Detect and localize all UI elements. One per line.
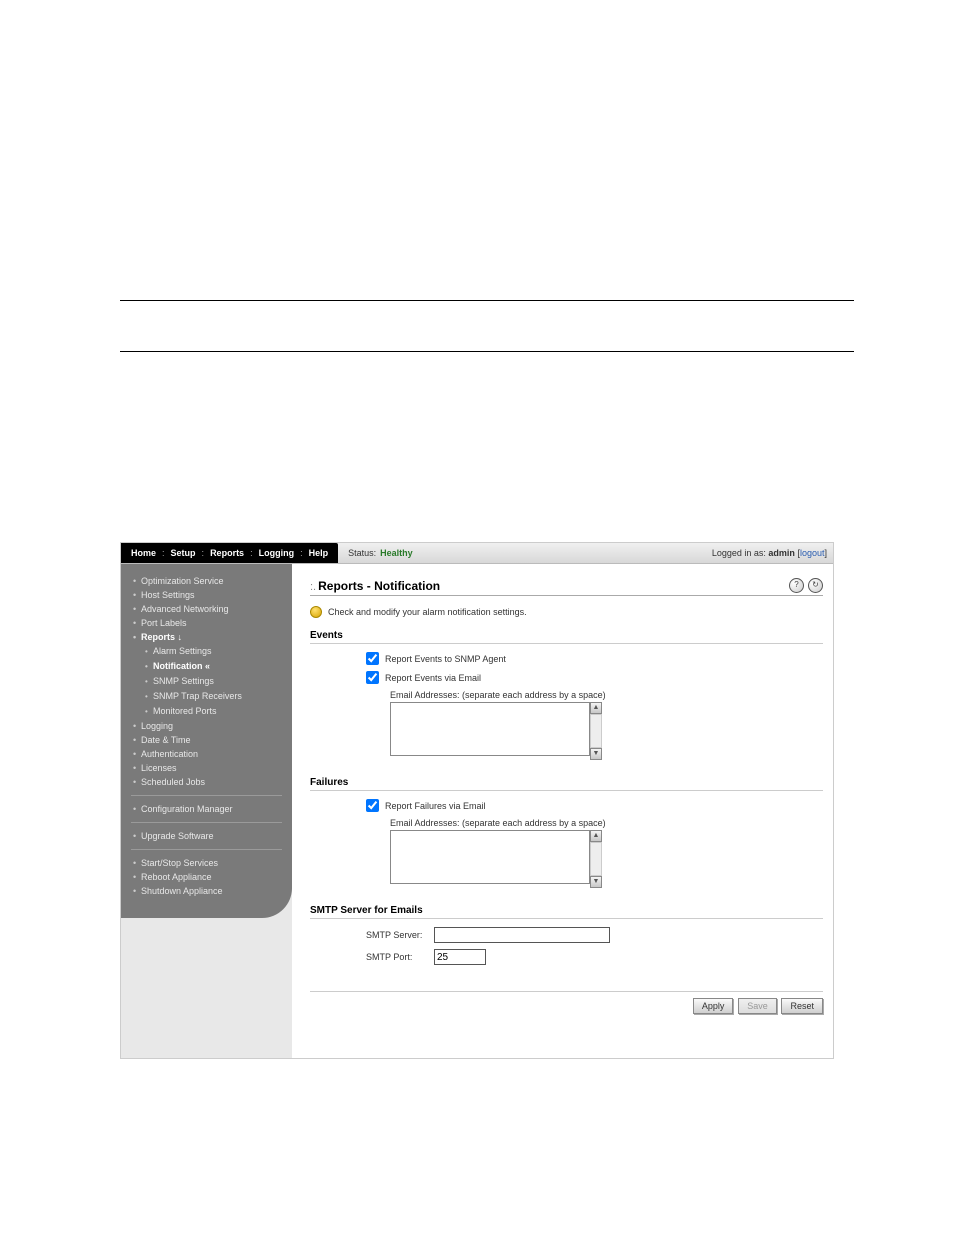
- sidebar-item-reboot-appliance[interactable]: •Reboot Appliance: [129, 870, 284, 884]
- smtp-header: SMTP Server for Emails: [310, 905, 823, 919]
- sidebar-item-port-labels[interactable]: •Port Labels: [129, 616, 284, 630]
- scroll-down-icon[interactable]: ▼: [590, 876, 602, 888]
- save-button[interactable]: Save: [738, 998, 777, 1014]
- events-header: Events: [310, 630, 823, 644]
- reset-button[interactable]: Reset: [781, 998, 823, 1014]
- page-icons: ? ↻: [789, 578, 823, 593]
- sidebar-item-snmp-settings[interactable]: •SNMP Settings: [129, 674, 284, 689]
- smtp-server-input[interactable]: [434, 927, 610, 943]
- sidebar-divider: [131, 795, 282, 796]
- scroll-up-icon[interactable]: ▲: [590, 830, 602, 842]
- sidebar-item-shutdown-appliance[interactable]: •Shutdown Appliance: [129, 884, 284, 898]
- failures-body: Report Failures via Email Email Addresse…: [310, 791, 823, 901]
- login-bracket: ]: [824, 548, 827, 558]
- sidebar-item-advanced-networking[interactable]: •Advanced Networking: [129, 602, 284, 616]
- page-title: :.Reports - Notification: [310, 579, 789, 593]
- sidebar-divider: [131, 822, 282, 823]
- sidebar-item-snmp-trap-receivers[interactable]: •SNMP Trap Receivers: [129, 689, 284, 704]
- login-user: admin: [768, 548, 795, 558]
- sidebar-item-host-settings[interactable]: •Host Settings: [129, 588, 284, 602]
- sidebar-item-scheduled-jobs[interactable]: •Scheduled Jobs: [129, 775, 284, 789]
- bulb-icon: [310, 606, 322, 618]
- smtp-port-input[interactable]: [434, 949, 486, 965]
- events-body: Report Events to SNMP Agent Report Event…: [310, 644, 823, 773]
- sidebar-item-monitored-ports[interactable]: •Monitored Ports: [129, 704, 284, 719]
- page-hint: Check and modify your alarm notification…: [310, 606, 823, 618]
- scroll-up-icon[interactable]: ▲: [590, 702, 602, 714]
- sidebar-item-upgrade-software[interactable]: •Upgrade Software: [129, 829, 284, 843]
- nav-reports[interactable]: Reports: [206, 548, 248, 558]
- events-email-label: Report Events via Email: [385, 673, 481, 683]
- nav-home[interactable]: Home: [127, 548, 160, 558]
- events-snmp-checkbox[interactable]: [366, 652, 379, 665]
- logout-link[interactable]: logout: [800, 548, 825, 558]
- sidebar-item-start-stop-services[interactable]: •Start/Stop Services: [129, 856, 284, 870]
- events-addresses-textarea[interactable]: [390, 702, 590, 756]
- top-nav: Home : Setup : Reports : Logging : Help: [121, 543, 338, 563]
- nav-logging[interactable]: Logging: [255, 548, 299, 558]
- button-bar: Apply Save Reset: [310, 991, 823, 1014]
- failures-email-label: Report Failures via Email: [385, 801, 486, 811]
- scroll-down-icon[interactable]: ▼: [590, 748, 602, 760]
- failures-textarea-scrollbar[interactable]: ▲ ▼: [590, 830, 602, 888]
- page-title-row: :.Reports - Notification ? ↻: [310, 578, 823, 596]
- sidebar-item-authentication[interactable]: •Authentication: [129, 747, 284, 761]
- sidebar-item-reports[interactable]: •Reports ↓: [129, 630, 284, 644]
- events-textarea-scrollbar[interactable]: ▲ ▼: [590, 702, 602, 760]
- app-window: Home : Setup : Reports : Logging : Help …: [120, 542, 834, 1059]
- failures-addresses-textarea[interactable]: [390, 830, 590, 884]
- sidebar-item-licenses[interactable]: •Licenses: [129, 761, 284, 775]
- failures-header: Failures: [310, 777, 823, 791]
- smtp-port-label: SMTP Port:: [366, 952, 430, 962]
- scroll-track[interactable]: [590, 842, 602, 876]
- divider-top: [120, 300, 854, 301]
- sidebar-item-notification[interactable]: •Notification «: [129, 659, 284, 674]
- sidebar-sub-reports: •Alarm Settings •Notification « •SNMP Se…: [129, 644, 284, 719]
- status-area: Status: Healthy: [338, 543, 712, 563]
- nav-help[interactable]: Help: [305, 548, 333, 558]
- app-body: •Optimization Service •Host Settings •Ad…: [121, 564, 833, 1058]
- events-snmp-label: Report Events to SNMP Agent: [385, 654, 506, 664]
- sidebar: •Optimization Service •Host Settings •Ad…: [121, 564, 292, 918]
- status-label: Status:: [348, 548, 376, 558]
- smtp-body: SMTP Server: SMTP Port:: [310, 919, 823, 985]
- sidebar-item-alarm-settings[interactable]: •Alarm Settings: [129, 644, 284, 659]
- apply-button[interactable]: Apply: [693, 998, 734, 1014]
- sidebar-item-logging[interactable]: •Logging: [129, 719, 284, 733]
- failures-addresses-label: Email Addresses: (separate each address …: [390, 818, 823, 828]
- refresh-icon[interactable]: ↻: [808, 578, 823, 593]
- help-icon[interactable]: ?: [789, 578, 804, 593]
- page-hint-text: Check and modify your alarm notification…: [328, 607, 527, 617]
- events-email-checkbox[interactable]: [366, 671, 379, 684]
- events-addresses-label: Email Addresses: (separate each address …: [390, 690, 823, 700]
- sidebar-item-configuration-manager[interactable]: •Configuration Manager: [129, 802, 284, 816]
- status-value: Healthy: [380, 548, 413, 558]
- divider-mid: [120, 351, 854, 352]
- smtp-server-label: SMTP Server:: [366, 930, 430, 940]
- failures-email-checkbox[interactable]: [366, 799, 379, 812]
- sidebar-item-optimization[interactable]: •Optimization Service: [129, 574, 284, 588]
- main-panel: :.Reports - Notification ? ↻ Check and m…: [292, 564, 833, 1058]
- topbar: Home : Setup : Reports : Logging : Help …: [121, 543, 833, 564]
- sidebar-divider: [131, 849, 282, 850]
- sidebar-item-date-time[interactable]: •Date & Time: [129, 733, 284, 747]
- login-area: Logged in as: admin [ logout ]: [712, 543, 833, 563]
- nav-setup[interactable]: Setup: [167, 548, 200, 558]
- scroll-track[interactable]: [590, 714, 602, 748]
- login-prefix: Logged in as:: [712, 548, 766, 558]
